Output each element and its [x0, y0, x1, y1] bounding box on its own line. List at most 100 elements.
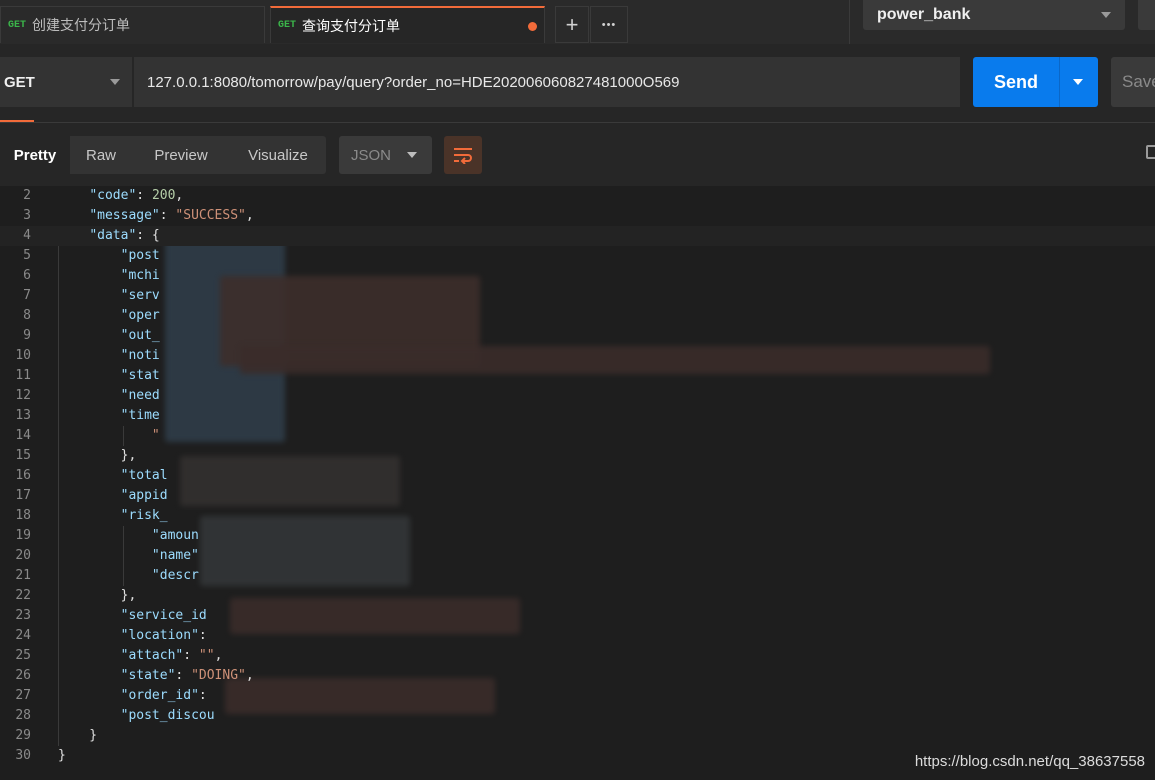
response-body-viewer[interactable]: 2 "code": 200, 3 "message": "SUCCESS", 4 "… [0, 186, 1155, 780]
code-text: "stat [58, 366, 160, 386]
code-line: 18 "risk_ [0, 506, 1155, 526]
code-text: "service_id [58, 606, 207, 626]
code-token: "serv [120, 288, 160, 303]
code-token: "DOING" [191, 668, 246, 683]
code-token: 200 [151, 188, 176, 203]
code-line: 13 "time [0, 406, 1155, 426]
code-text: " [58, 426, 160, 446]
code-token: "name" [151, 548, 199, 563]
code-text: "order_id": [58, 686, 207, 706]
code-token: "total [120, 468, 168, 483]
code-text: "appid [58, 486, 168, 506]
send-button[interactable]: Send [973, 57, 1098, 107]
code-line: 24 "location": [0, 626, 1155, 646]
line-number: 19 [15, 528, 31, 543]
http-method-select[interactable]: GET [0, 57, 132, 107]
wrap-lines-button[interactable] [444, 136, 482, 174]
tab-method-label: GET [278, 20, 297, 31]
code-line: 27 "order_id": [0, 686, 1155, 706]
code-token: "appid [120, 488, 168, 503]
code-token: "service_id [120, 608, 207, 623]
code-text: "code": 200, [58, 186, 183, 206]
line-number: 25 [15, 648, 31, 663]
view-tab-pretty[interactable]: Pretty [0, 136, 70, 174]
code-token: " [151, 428, 160, 443]
view-tab-preview[interactable]: Preview [132, 136, 230, 174]
request-tab-create[interactable]: GET 创建支付分订单 [0, 6, 265, 43]
code-line: 9 "out_ [0, 326, 1155, 346]
code-line: 4 "data": { [0, 226, 1155, 246]
send-label: Send [993, 71, 1038, 92]
code-token: }, [58, 448, 137, 463]
code-line: 20 "name" [0, 546, 1155, 566]
line-number: 10 [15, 348, 31, 363]
code-line: 16 "total [0, 466, 1155, 486]
code-token: "out_ [120, 328, 160, 343]
code-token: "time [120, 408, 160, 423]
code-text: "location": [58, 626, 207, 646]
http-method-value: GET [4, 73, 35, 91]
code-line: 23 "service_id [0, 606, 1155, 626]
environment-quick-look-button[interactable] [1138, 0, 1155, 30]
code-token: }, [58, 588, 137, 603]
send-options-chevron-icon[interactable] [1073, 79, 1083, 85]
chevron-down-icon [407, 152, 417, 158]
code-token: "post_discou [120, 708, 215, 723]
request-bar: GET Send Save [0, 44, 1155, 123]
format-value: JSON [351, 146, 392, 164]
code-token: : [183, 648, 199, 663]
code-line: 11 "stat [0, 366, 1155, 386]
copy-icon[interactable] [1146, 145, 1155, 159]
environment-name: power_bank [877, 6, 971, 23]
code-token: "code" [89, 188, 137, 203]
code-line: 12 "need [0, 386, 1155, 406]
wrap-lines-icon [454, 148, 472, 164]
code-text: "mchi [58, 266, 160, 286]
line-number: 18 [15, 508, 31, 523]
response-format-select[interactable]: JSON [339, 136, 432, 174]
view-tab-visualize[interactable]: Visualize [230, 136, 326, 174]
line-number: 14 [15, 428, 31, 443]
code-text: "name" [58, 546, 199, 566]
code-text: "out_ [58, 326, 160, 346]
code-token: } [58, 728, 98, 743]
code-line: 22 }, [0, 586, 1155, 606]
view-tab-label: Raw [85, 146, 116, 164]
line-number: 8 [23, 308, 31, 323]
save-button[interactable]: Save [1111, 57, 1155, 107]
line-number: 22 [15, 588, 31, 603]
code-text: }, [58, 586, 137, 606]
line-number: 7 [23, 288, 31, 303]
code-token: : [159, 208, 176, 223]
view-tab-raw[interactable]: Raw [70, 136, 132, 174]
code-text: "serv [58, 286, 160, 306]
code-token: : [175, 668, 192, 683]
tab-options-button[interactable]: ••• [590, 6, 628, 43]
code-token: : [136, 188, 152, 203]
url-input[interactable] [134, 57, 960, 107]
tab-title: 创建支付分订单 [32, 17, 131, 33]
line-number: 27 [15, 688, 31, 703]
code-text: "attach": "", [58, 646, 223, 666]
code-token: "SUCCESS" [175, 208, 246, 223]
new-tab-button[interactable]: + [555, 6, 589, 43]
environment-select[interactable]: power_bank [863, 0, 1125, 30]
request-tab-query[interactable]: GET 查询支付分订单 [270, 6, 545, 43]
tab-title: 查询支付分订单 [302, 17, 401, 34]
code-text: } [58, 726, 97, 746]
code-text: "state": "DOING", [58, 666, 254, 686]
code-text: "noti [58, 346, 160, 366]
code-token: "data" [89, 228, 137, 243]
code-token: "amoun [151, 528, 199, 543]
line-number: 26 [15, 668, 31, 683]
code-line: 6 "mchi [0, 266, 1155, 286]
line-number: 20 [15, 548, 31, 563]
